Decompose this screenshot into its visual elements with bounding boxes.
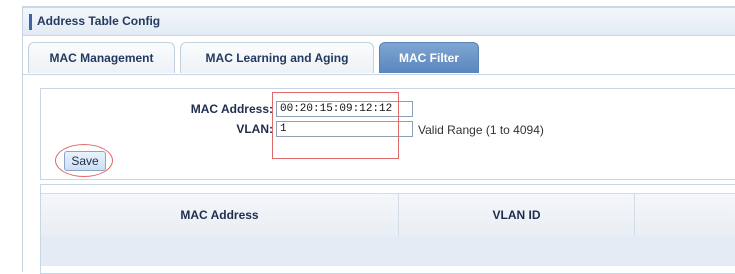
mac-address-label: MAC Address: — [190, 102, 273, 116]
mac-address-input[interactable] — [276, 101, 413, 117]
mac-filter-table: MAC Address VLAN ID — [40, 184, 735, 274]
address-table-config-window: Address Table Config MAC Management MAC … — [22, 6, 735, 274]
title-accent-bar — [29, 14, 32, 30]
vlan-range-hint: Valid Range (1 to 4094) — [418, 123, 544, 137]
column-header-mac-address[interactable]: MAC Address — [41, 194, 399, 236]
title-bar: Address Table Config — [23, 8, 735, 36]
save-button[interactable]: Save — [64, 151, 106, 171]
table-row — [41, 236, 735, 266]
column-header-extra — [635, 194, 735, 236]
tab-strip: MAC Management MAC Learning and Aging MA… — [23, 36, 735, 75]
tab-mac-filter[interactable]: MAC Filter — [379, 42, 479, 73]
table-header: MAC Address VLAN ID — [41, 193, 735, 237]
mac-filter-form-panel: MAC Address: VLAN: Valid Range (1 to 409… — [40, 88, 735, 180]
tab-mac-management[interactable]: MAC Management — [28, 42, 175, 73]
column-header-vlan-id[interactable]: VLAN ID — [399, 194, 635, 236]
vlan-label: VLAN: — [236, 122, 273, 136]
tab-mac-learning-and-aging[interactable]: MAC Learning and Aging — [180, 42, 374, 73]
window-title: Address Table Config — [37, 14, 161, 28]
vlan-input[interactable] — [276, 121, 413, 137]
